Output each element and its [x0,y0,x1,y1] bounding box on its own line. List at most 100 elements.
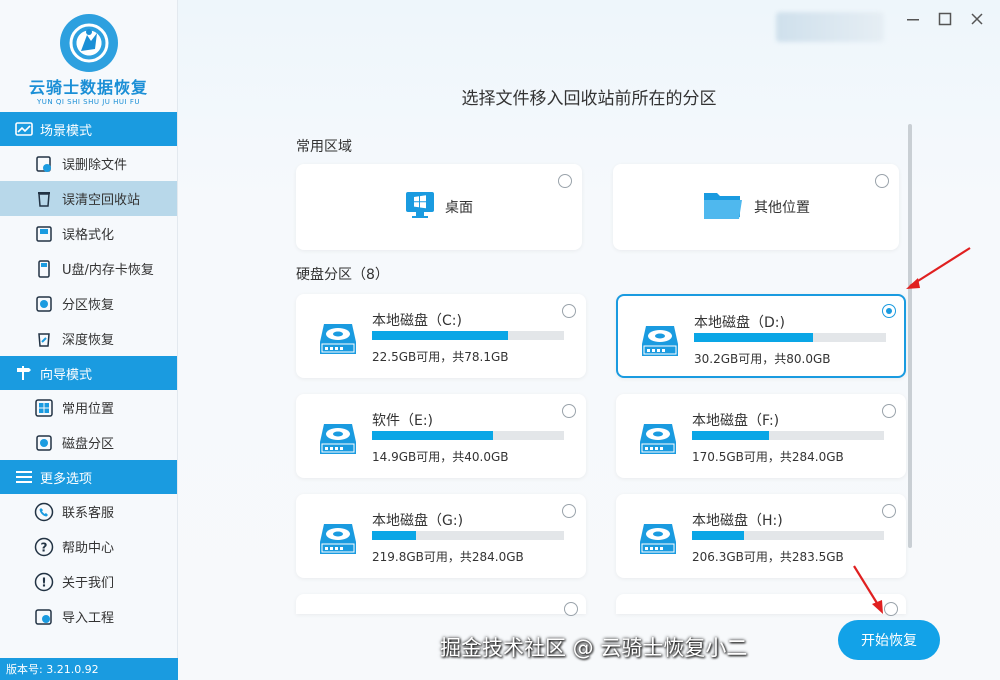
disk-name: 软件（E:) [372,413,434,429]
usage-bar-fill [372,431,493,440]
page-title: 选择文件移入回收站前所在的分区 [461,89,717,109]
menu-icon [14,469,34,485]
nav-format[interactable]: 误格式化 [0,216,177,251]
window-controls [904,10,986,28]
nav-label: 导入工程 [62,611,115,626]
disk-name: 本地磁盘（D:) [694,315,785,331]
usage-bar [692,531,884,540]
phone-icon [34,502,54,522]
nav-label: 磁盘分区 [62,437,115,452]
radio-button[interactable] [882,304,896,318]
usage-bar-fill [692,431,769,440]
disk-card[interactable]: 本地磁盘（F:) 170.5GB可用，共284.0GB [616,394,906,478]
version-label: 版本号: 3.21.0.92 [0,658,178,680]
section-more-options[interactable]: 更多选项 [0,460,177,494]
nav-help-center[interactable]: ? 帮助中心 [0,529,177,564]
radio-button[interactable] [562,504,576,518]
annotation-arrow-2 [853,565,883,614]
radio-button[interactable] [882,404,896,418]
scrollbar[interactable] [908,124,912,548]
nav-contact-support[interactable]: 联系客服 [0,494,177,529]
question-icon: ? [34,537,54,557]
info-icon: ! [34,572,54,592]
hard-disk-icon [318,420,358,462]
user-account-blurred[interactable] [776,12,884,42]
nav-deep-recover[interactable]: 深度恢复 [0,321,177,356]
disk-card[interactable]: 本地磁盘（D:) 30.2GB可用，共80.0GB [616,294,906,378]
disk-card[interactable]: 软件（E:) 14.9GB可用，共40.0GB [296,394,586,478]
common-area-label: 常用区域 [296,139,352,155]
knight-logo-icon [59,14,118,72]
section-title: 向导模式 [40,367,93,383]
disk-size: 22.5GB可用，共78.1GB [372,350,509,364]
nav-deleted-files[interactable]: 误删除文件 [0,146,177,181]
recycle-bin-icon [34,189,54,209]
close-icon[interactable] [968,10,986,28]
disk-size: 170.5GB可用，共284.0GB [692,450,844,464]
usage-bar [372,331,564,340]
nav-usb-card[interactable]: U盘/内存卡恢复 [0,251,177,286]
location-card-desktop[interactable]: 桌面 [296,164,582,250]
folder-icon [702,189,744,225]
disk-name: 本地磁盘（C:) [372,313,462,329]
nav-label: 误格式化 [62,228,115,243]
nav-common-locations[interactable]: 常用位置 [0,390,177,425]
disk-card[interactable]: 本地磁盘（C:) 22.5GB可用，共78.1GB [296,294,586,378]
partition-icon [34,294,54,314]
nav-disk-partition[interactable]: 磁盘分区 [0,425,177,460]
radio-button[interactable] [564,602,578,616]
hard-disk-icon [318,520,358,562]
sidebar: 云骑士数据恢复 YUN QI SHI SHU JU HUI FU 场景模式 误删… [0,0,178,680]
nav-label: 联系客服 [62,506,115,521]
disk-card-partial[interactable] [296,594,586,616]
section-wizard-mode[interactable]: 向导模式 [0,356,177,390]
hard-disk-icon [640,322,680,364]
radio-button[interactable] [882,504,896,518]
app-title: 云骑士数据恢复 [28,78,148,97]
radio-button[interactable] [562,404,576,418]
hard-disk-icon [638,420,678,462]
deleted-file-icon [34,154,54,174]
nav-label: 帮助中心 [62,541,115,556]
nav-recycle-bin[interactable]: 误清空回收站 [0,181,177,216]
disk-size: 219.8GB可用，共284.0GB [372,550,524,564]
section-title: 场景模式 [40,123,93,139]
location-label: 桌面 [445,200,473,216]
usage-bar-fill [694,333,814,342]
watermark-text: 掘金技术社区 @ 云骑士恢复小二 [440,636,748,660]
nav-partition[interactable]: 分区恢复 [0,286,177,321]
disk-size: 206.3GB可用，共283.5GB [692,550,844,564]
usage-bar [692,431,884,440]
disk-card[interactable]: 本地磁盘（G:) 219.8GB可用，共284.0GB [296,494,586,578]
usage-bar-fill [372,331,509,340]
location-card-other[interactable]: 其他位置 [613,164,899,250]
radio-button[interactable] [558,174,572,188]
usage-bar-fill [692,531,744,540]
section-title: 更多选项 [40,471,93,487]
maximize-icon[interactable] [936,10,954,28]
radio-button[interactable] [875,174,889,188]
svg-text:?: ? [41,540,48,554]
usage-bar [372,431,564,440]
nav-label: 关于我们 [62,576,115,591]
disk-partitions-label: 硬盘分区（8） [296,267,389,283]
start-recover-button[interactable]: 开始恢复 [838,620,940,660]
nav-label: 误删除文件 [62,158,128,173]
usage-bar [372,531,564,540]
location-label: 其他位置 [754,200,810,216]
minimize-icon[interactable] [904,10,922,28]
annotation-arrow-1 [906,247,971,289]
nav-import-project[interactable]: 导入工程 [0,599,177,634]
svg-text:!: ! [41,575,46,589]
app-subtitle: YUN QI SHI SHU JU HUI FU [37,98,140,106]
radio-button[interactable] [562,304,576,318]
app-logo: 云骑士数据恢复 YUN QI SHI SHU JU HUI FU [0,0,177,112]
disk-name: 本地磁盘（H:) [692,513,783,529]
hard-disk-icon [638,520,678,562]
usb-card-icon [34,259,54,279]
nav-label: 深度恢复 [62,333,115,348]
format-icon [34,224,54,244]
main-panel: 选择文件移入回收站前所在的分区 常用区域 桌面 其他位置 硬盘分区（8） 本地磁… [178,0,1000,680]
section-scene-mode[interactable]: 场景模式 [0,112,177,146]
nav-about-us[interactable]: ! 关于我们 [0,564,177,599]
